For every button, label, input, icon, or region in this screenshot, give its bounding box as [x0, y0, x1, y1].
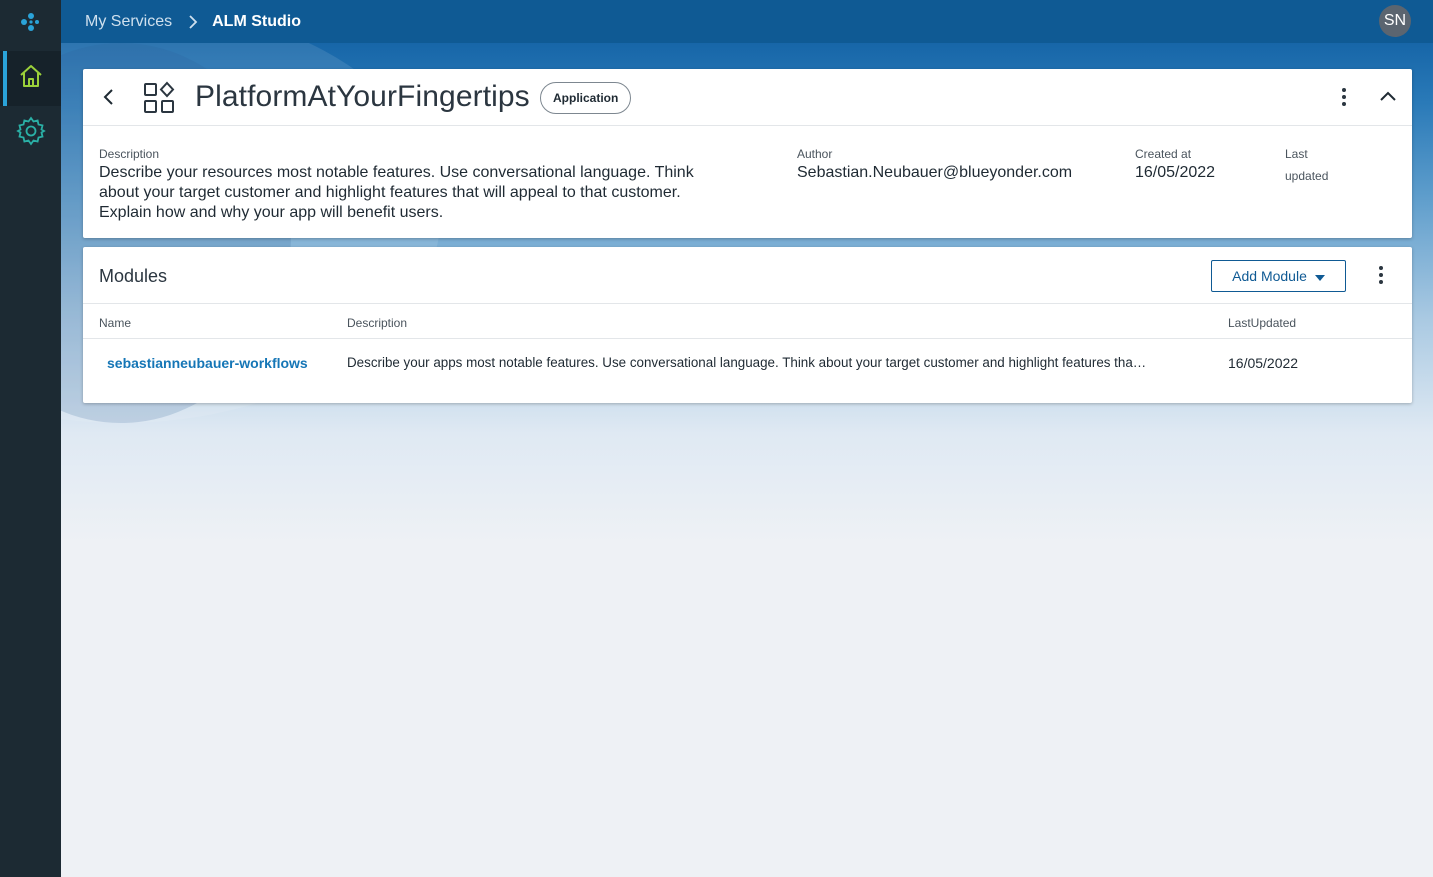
modules-table-header: Name Description LastUpdated	[83, 304, 1412, 339]
column-header-last-updated[interactable]: LastUpdated	[1228, 316, 1296, 330]
description-line-3: Explain how and why your app will benefi…	[99, 204, 444, 221]
gear-icon	[15, 115, 47, 152]
modules-header: Modules Add Module	[83, 247, 1412, 304]
application-header: PlatformAtYourFingertips Application	[83, 69, 1412, 126]
caret-down-icon	[1314, 268, 1325, 284]
home-icon	[17, 62, 45, 95]
author-value: Sebastian.Neubauer@blueyonder.com	[797, 164, 1073, 181]
description-label: Description	[99, 147, 160, 161]
table-row[interactable]: sebastianneubauer-workflows Describe you…	[83, 339, 1412, 387]
description-line-2: about your target customer and highlight…	[99, 184, 681, 201]
column-header-description[interactable]: Description	[347, 316, 407, 330]
modules-card: Modules Add Module Name Description Last…	[83, 247, 1412, 403]
type-badge: Application	[540, 82, 632, 114]
module-name-link[interactable]: sebastianneubauer-workflows	[107, 355, 308, 371]
modules-title: Modules	[99, 266, 168, 286]
brand-logo-icon[interactable]	[0, 0, 61, 43]
nav-home[interactable]	[0, 51, 61, 106]
breadcrumb-current: ALM Studio	[212, 12, 301, 30]
add-module-button[interactable]: Add Module	[1211, 260, 1346, 292]
created-label: Created at	[1135, 147, 1192, 161]
breadcrumb-my-services[interactable]: My Services	[85, 13, 172, 31]
description-line-1: Describe your resources most notable fea…	[99, 164, 694, 181]
created-value: 16/05/2022	[1135, 164, 1216, 181]
back-button[interactable]	[97, 85, 121, 109]
left-nav-rail	[0, 0, 61, 877]
user-avatar[interactable]: SN	[1379, 5, 1411, 37]
chevron-up-icon[interactable]	[1376, 85, 1400, 109]
kebab-icon[interactable]	[1332, 85, 1356, 109]
top-bar: My Services ALM Studio SN	[61, 0, 1433, 43]
module-last-updated: 16/05/2022	[1228, 355, 1299, 371]
chevron-right-icon	[188, 14, 198, 29]
updated-label-line1: Last	[1285, 147, 1308, 161]
updated-label-line2: updated	[1285, 169, 1329, 183]
author-label: Author	[797, 147, 833, 161]
page-title: PlatformAtYourFingertips	[195, 80, 530, 113]
nav-settings[interactable]	[0, 106, 61, 161]
module-description: Describe your apps most notable features…	[347, 355, 1147, 370]
apps-grid-icon	[142, 81, 176, 115]
add-module-label: Add Module	[1232, 268, 1307, 284]
column-header-name[interactable]: Name	[99, 316, 131, 330]
kebab-icon[interactable]	[1369, 263, 1393, 287]
application-card: PlatformAtYourFingertips Application Des…	[83, 69, 1412, 238]
